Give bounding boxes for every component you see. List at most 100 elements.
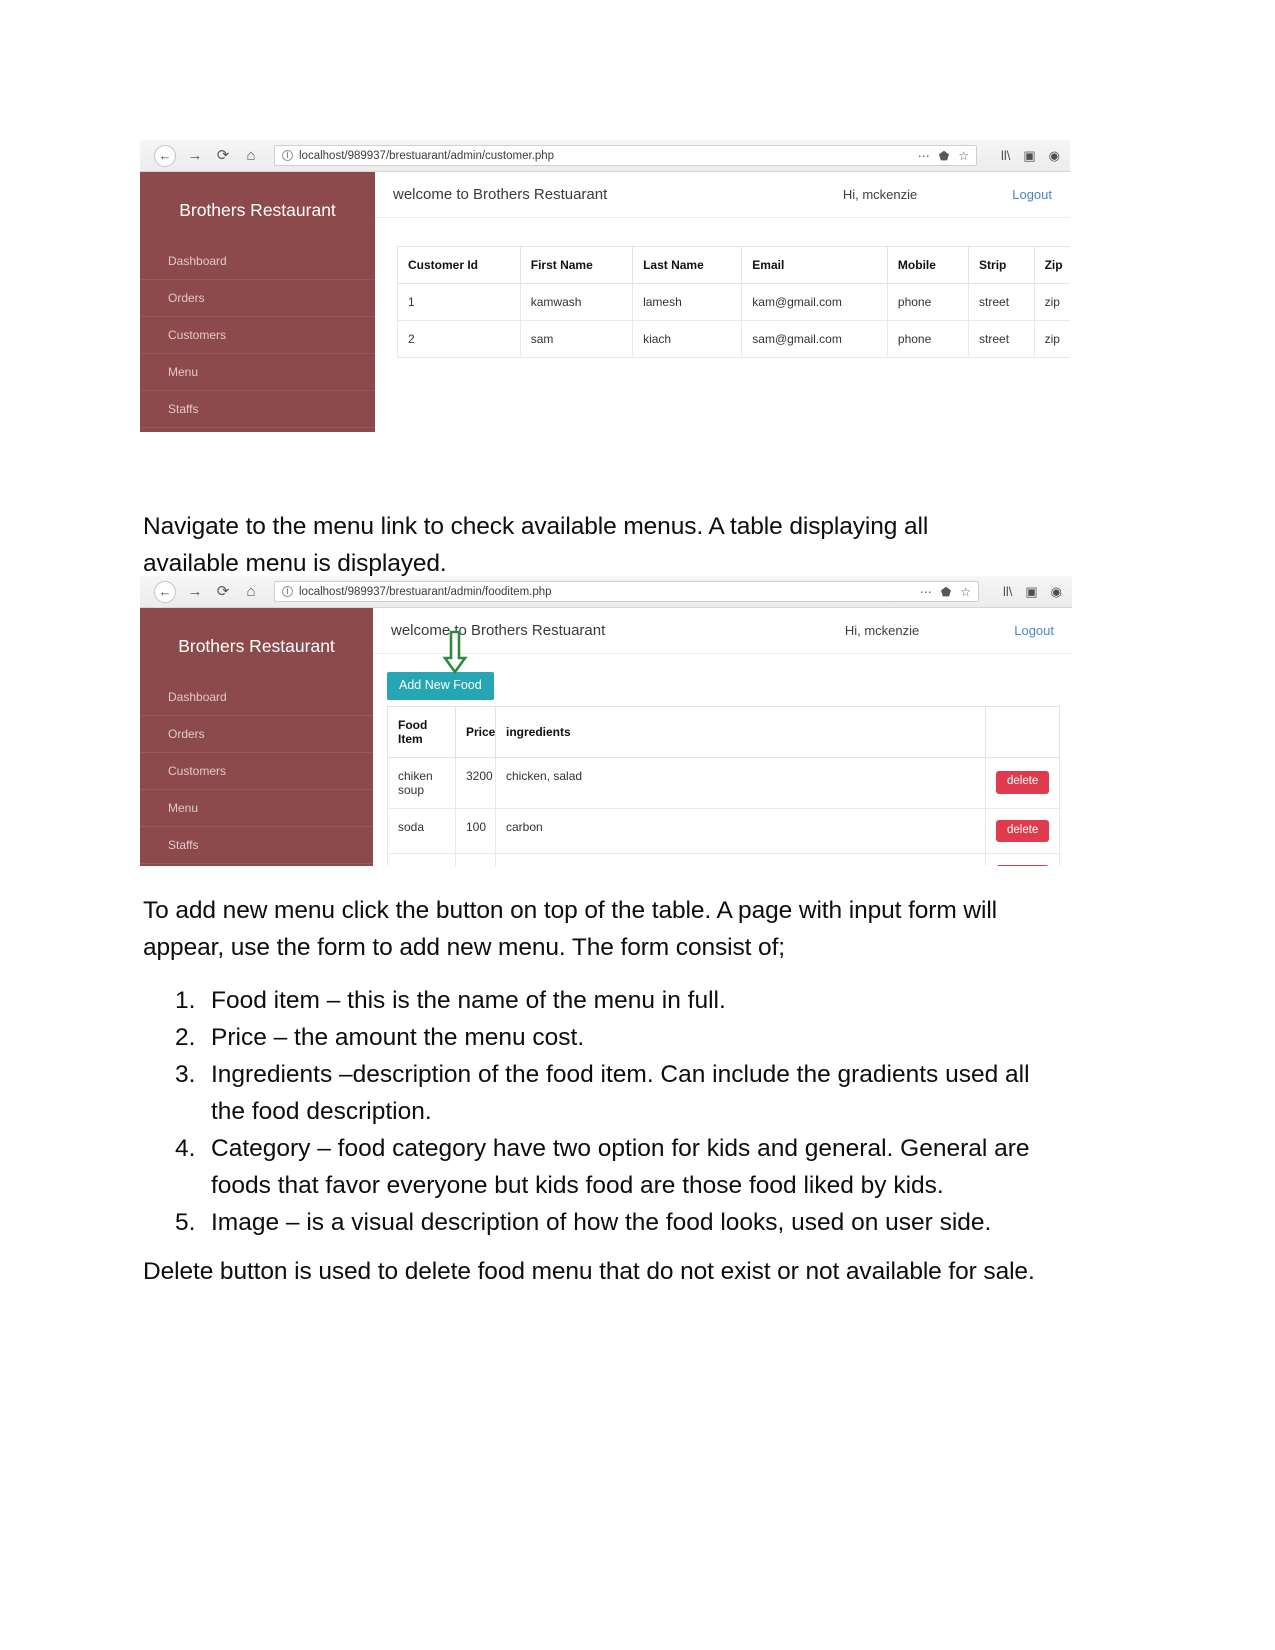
app-content: welcome to Brothers Restuarant Hi, mcken…	[373, 608, 1072, 866]
annotation-arrow-icon	[442, 630, 468, 674]
sidebar-icon[interactable]: ▣	[1023, 148, 1035, 164]
site-info-icon[interactable]: i	[282, 150, 293, 161]
list-item: 4. Category – food category have two opt…	[165, 1130, 1070, 1204]
cell-price: 100	[455, 807, 496, 854]
home-icon[interactable]: ⌂	[242, 148, 260, 163]
list-item-text: Food item – this is the name of the menu…	[211, 987, 726, 1014]
delete-button[interactable]: delete	[996, 865, 1050, 866]
paragraph-add-new-menu: To add new menu click the button on top …	[143, 897, 998, 961]
account-icon[interactable]: ◉	[1049, 148, 1060, 164]
sidebar-icon[interactable]: ▣	[1025, 584, 1037, 600]
app-topbar: welcome to Brothers Restuarant Hi, mcken…	[375, 172, 1070, 218]
paragraph-navigate-menu: Navigate to the menu link to check avail…	[143, 513, 929, 577]
fooditem-table: Food Item Price ingredients chiken soup …	[387, 705, 1060, 866]
site-info-icon[interactable]: i	[282, 586, 293, 597]
app-body: Brothers Restaurant Dashboard Orders Cus…	[140, 608, 1072, 866]
table-row: kebab 200 fish, ngano and greens delete	[387, 853, 1060, 866]
cell-email: kam@gmail.com	[741, 283, 888, 321]
col-customer-id: Customer Id	[397, 246, 521, 284]
address-bar-actions: ⋯ ⬟ ☆	[920, 585, 971, 599]
sidebar-item-customers[interactable]: Customers	[140, 317, 375, 354]
screenshot-customer-page: ← → ⟳ ⌂ i localhost/989937/brestuarant/a…	[140, 140, 1070, 432]
table-row: 1 kamwash lamesh kam@gmail.com phone str…	[397, 283, 1070, 321]
sidebar-item-dashboard[interactable]: Dashboard	[140, 243, 375, 280]
col-price: Price	[455, 705, 496, 758]
library-icon[interactable]: ll\	[1003, 584, 1012, 599]
sidebar-item-customers[interactable]: Customers	[140, 753, 373, 790]
screenshot-fooditem-page: ← → ⟳ ⌂ i localhost/989937/brestuarant/a…	[140, 576, 1072, 866]
back-icon[interactable]: ←	[154, 144, 176, 167]
sidebar-item-dashboard[interactable]: Dashboard	[140, 679, 373, 716]
col-last-name: Last Name	[632, 246, 743, 284]
sidebar-item-orders[interactable]: Orders	[140, 716, 373, 753]
cell-mobile: phone	[886, 320, 970, 358]
forward-icon[interactable]: →	[186, 584, 204, 599]
col-zip: Zip	[1033, 246, 1070, 284]
url-text: localhost/989937/brestuarant/admin/foodi…	[299, 585, 552, 598]
col-email: Email	[741, 246, 888, 284]
cell-price: 200	[455, 853, 496, 866]
list-item-text: Category – food category have two option…	[211, 1135, 1030, 1199]
table-header-row: Food Item Price ingredients	[387, 705, 1060, 758]
list-item: 2. Price – the amount the menu cost.	[165, 1019, 1070, 1056]
reader-icon[interactable]: ⬟	[939, 149, 949, 163]
cell-ingredients: chicken, salad	[495, 756, 986, 809]
cell-first-name: sam	[519, 320, 634, 358]
browser-toolbar-right: ll\ ▣ ◉	[989, 584, 1062, 600]
logout-link[interactable]: Logout	[1014, 623, 1054, 638]
app-body: Brothers Restaurant Dashboard Orders Cus…	[140, 172, 1070, 432]
list-item: 3. Ingredients –description of the food …	[165, 1056, 1070, 1130]
cell-strip: street	[968, 283, 1035, 321]
welcome-text: welcome to Brothers Restuarant	[393, 186, 608, 203]
sidebar-item-menu[interactable]: Menu	[140, 790, 373, 827]
form-fields-list: 1. Food item – this is the name of the m…	[165, 982, 1070, 1241]
list-number: 2.	[175, 1024, 196, 1051]
paragraph-delete-button: Delete button is used to delete food men…	[143, 1258, 1035, 1285]
reload-icon[interactable]: ⟳	[214, 584, 232, 599]
cell-food-item: kebab	[387, 853, 456, 866]
page-actions-icon[interactable]: ⋯	[918, 149, 930, 163]
add-new-food-button[interactable]: Add New Food	[387, 672, 494, 700]
sidebar-item-staffs[interactable]: Staffs	[140, 391, 375, 428]
welcome-text: welcome to Brothers Restuarant	[391, 622, 606, 639]
address-bar[interactable]: i localhost/989937/brestuarant/admin/foo…	[274, 581, 979, 602]
browser-nav-buttons: ← → ⟳ ⌂	[150, 144, 260, 167]
table-header-row: Customer Id First Name Last Name Email M…	[397, 246, 1070, 284]
cell-last-name: lamesh	[632, 283, 743, 321]
address-bar-actions: ⋯ ⬟ ☆	[918, 149, 969, 163]
list-number: 5.	[175, 1209, 196, 1236]
sidebar-item-orders[interactable]: Orders	[140, 280, 375, 317]
sidebar-item-menu[interactable]: Menu	[140, 354, 375, 391]
sidebar-brand: Brothers Restaurant	[178, 636, 335, 656]
list-item-text: Ingredients –description of the food ite…	[211, 1061, 1030, 1125]
list-number: 1.	[175, 987, 196, 1014]
user-greeting: Hi, mckenzie	[842, 187, 918, 202]
table-row: soda 100 carbon delete	[387, 807, 1060, 854]
reload-icon[interactable]: ⟳	[214, 148, 232, 163]
delete-button[interactable]: delete	[996, 771, 1050, 794]
logout-link[interactable]: Logout	[1012, 187, 1052, 202]
app-topbar: welcome to Brothers Restuarant Hi, mcken…	[373, 608, 1072, 654]
list-number: 4.	[175, 1135, 196, 1162]
bookmark-star-icon[interactable]: ☆	[958, 149, 969, 163]
page-actions-icon[interactable]: ⋯	[920, 585, 932, 599]
library-icon[interactable]: ll\	[1001, 148, 1010, 163]
app-sidebar: Brothers Restaurant Dashboard Orders Cus…	[140, 608, 373, 866]
sidebar-item-staffs[interactable]: Staffs	[140, 827, 373, 864]
forward-icon[interactable]: →	[186, 148, 204, 163]
home-icon[interactable]: ⌂	[242, 584, 260, 599]
customer-table: Customer Id First Name Last Name Email M…	[397, 246, 1070, 358]
cell-email: sam@gmail.com	[741, 320, 888, 358]
back-icon[interactable]: ←	[154, 580, 176, 603]
user-greeting: Hi, mckenzie	[844, 623, 920, 638]
address-bar[interactable]: i localhost/989937/brestuarant/admin/cus…	[274, 145, 977, 166]
app-content: welcome to Brothers Restuarant Hi, mcken…	[375, 172, 1070, 432]
cell-ingredients: fish, ngano and greens	[495, 853, 986, 866]
account-icon[interactable]: ◉	[1051, 584, 1062, 600]
bookmark-star-icon[interactable]: ☆	[960, 585, 971, 599]
list-item: 5. Image – is a visual description of ho…	[165, 1204, 1070, 1241]
cell-action: delete	[985, 853, 1060, 866]
reader-icon[interactable]: ⬟	[941, 585, 951, 599]
browser-toolbar-right: ll\ ▣ ◉	[987, 148, 1060, 164]
delete-button[interactable]: delete	[996, 819, 1050, 842]
